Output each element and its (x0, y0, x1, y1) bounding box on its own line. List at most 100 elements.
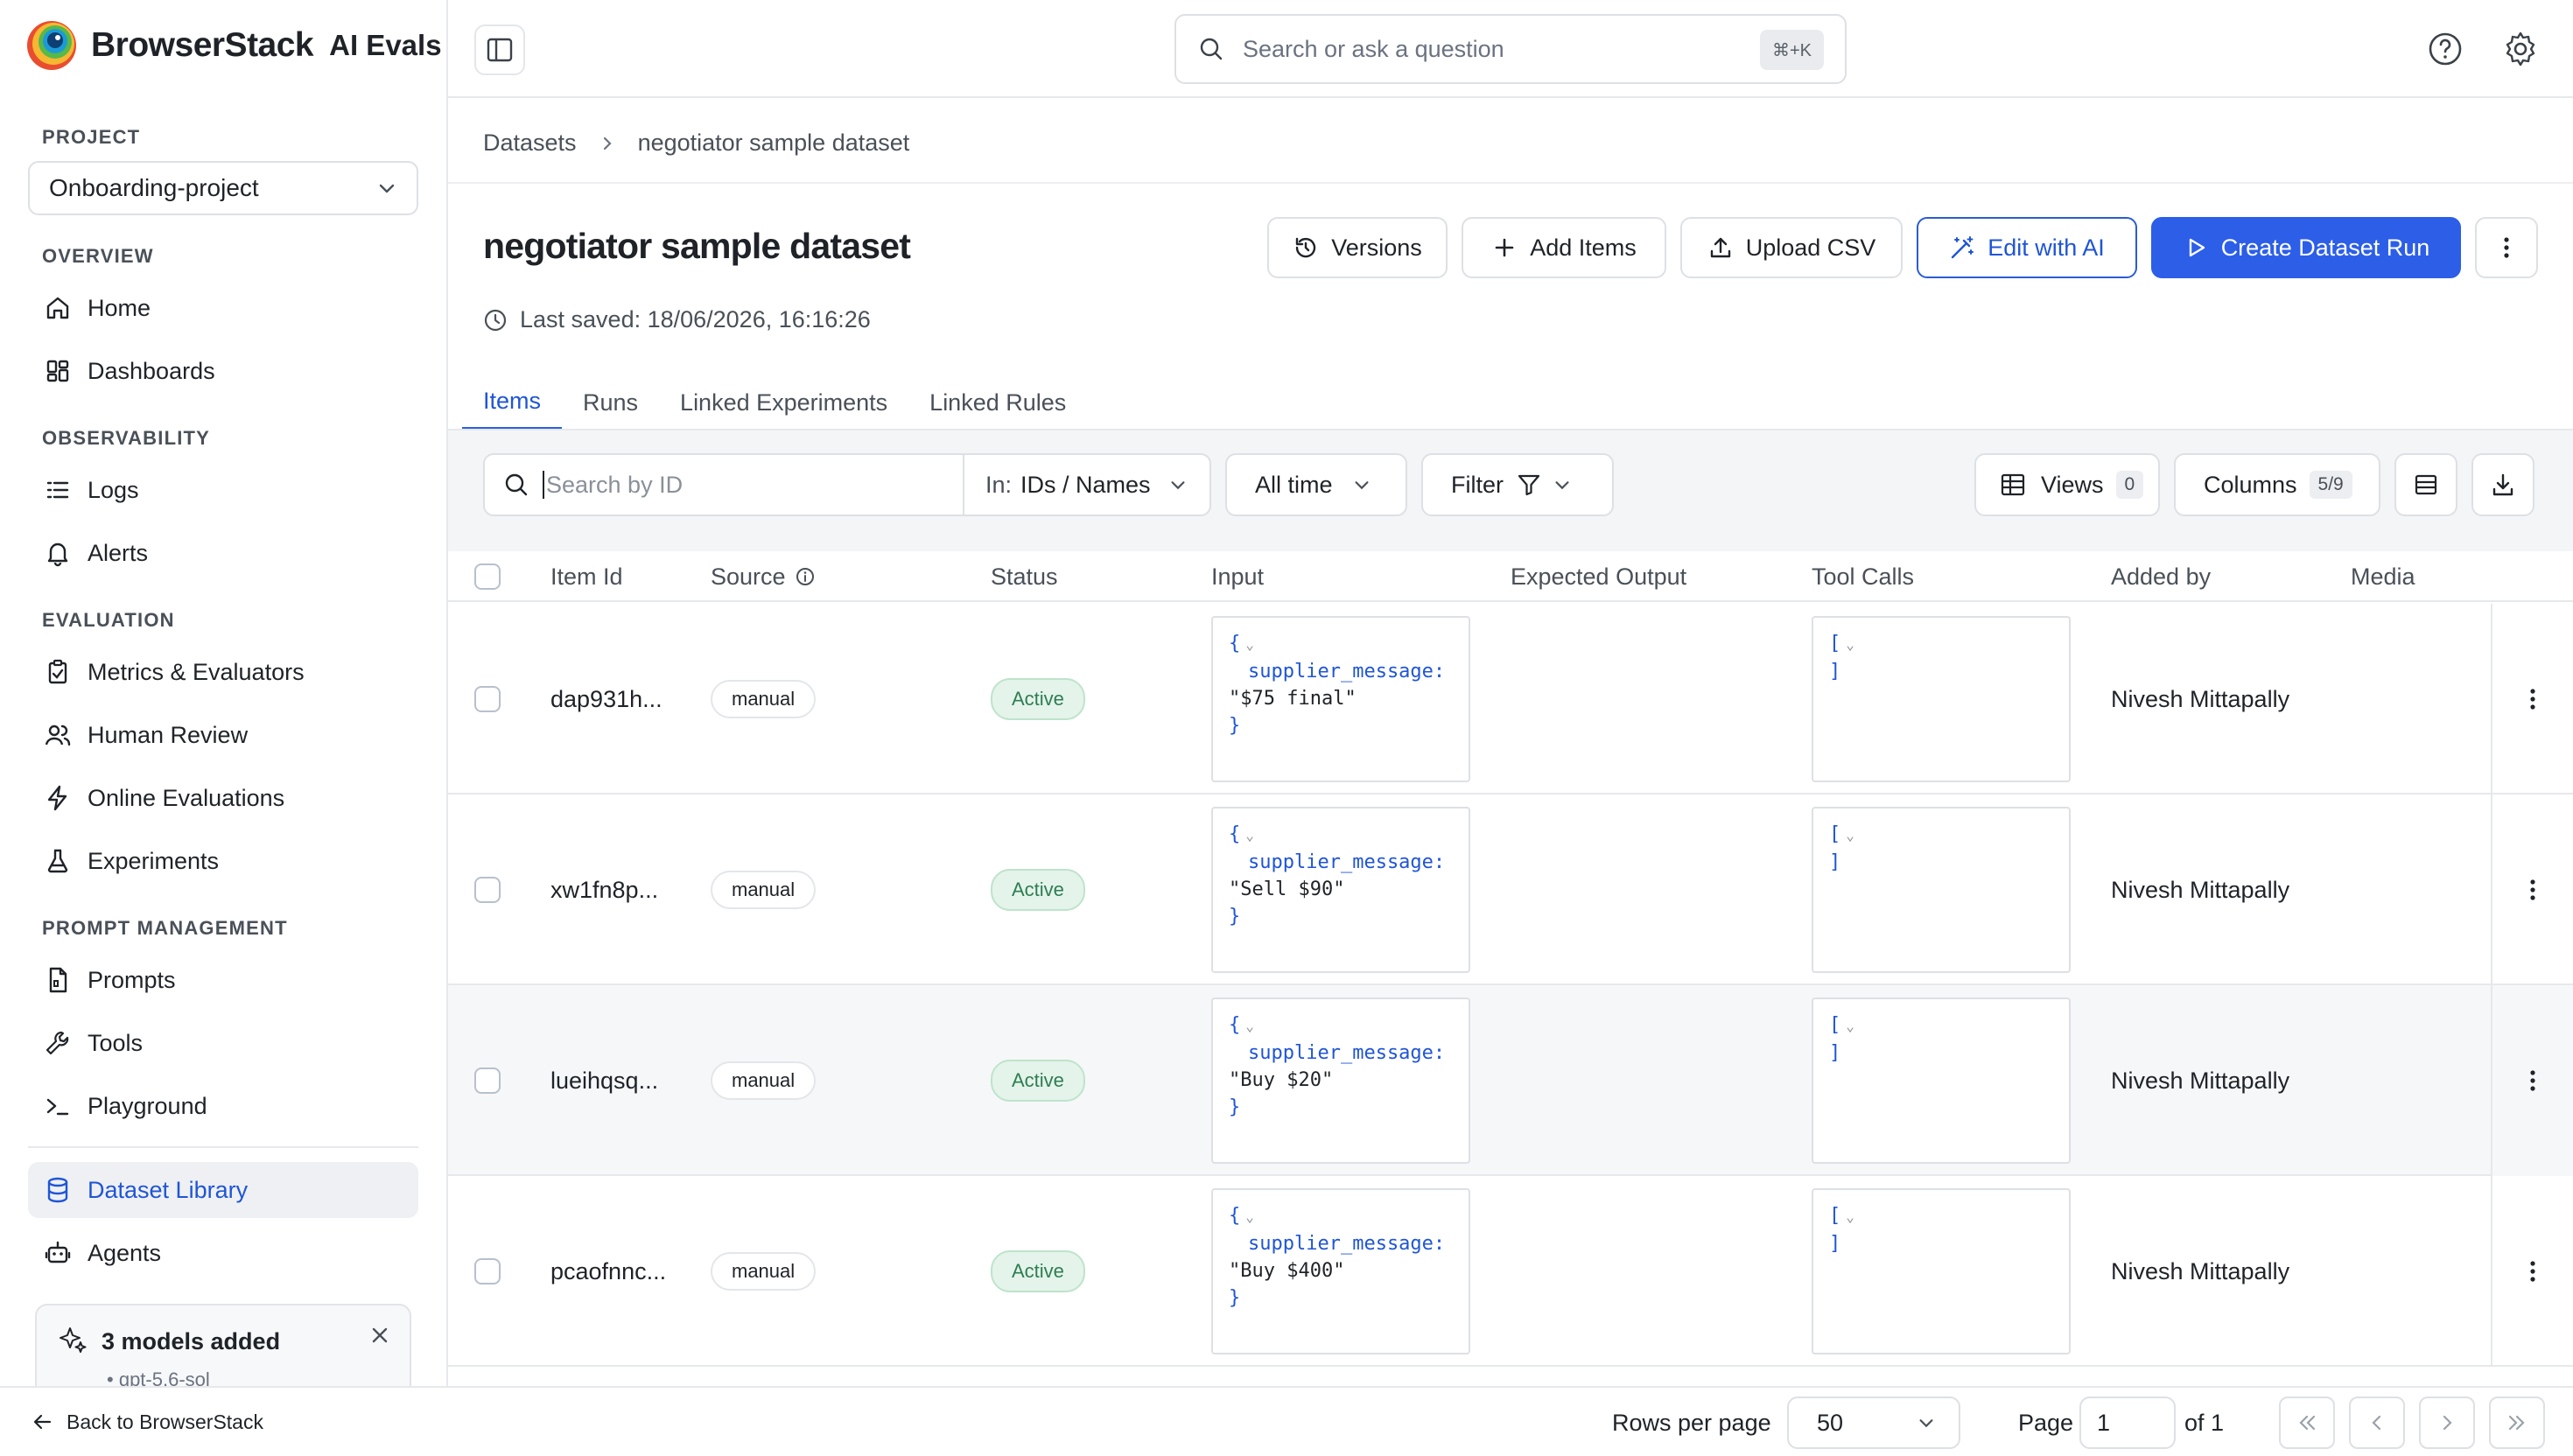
tab-linked-experiments[interactable]: Linked Experiments (659, 374, 908, 430)
sidebar-toggle-button[interactable] (474, 24, 525, 75)
sidebar-item-alerts[interactable]: Alerts (28, 525, 418, 581)
filter-button[interactable]: Filter (1421, 453, 1614, 516)
collapse-caret-icon[interactable]: ⌄ (1245, 636, 1254, 653)
row-actions-button[interactable] (2491, 1176, 2573, 1367)
table-row[interactable]: lueihqsq... manual Active {⌄ supplier_me… (448, 985, 2573, 1176)
collapse-caret-icon[interactable]: ⌄ (1245, 1208, 1254, 1225)
collapse-caret-icon[interactable]: ⌄ (1245, 1018, 1254, 1034)
row-density-button[interactable] (2394, 453, 2457, 516)
sidebar-item-home[interactable]: Home (28, 280, 418, 336)
collapse-caret-icon[interactable]: ⌄ (1846, 1208, 1854, 1225)
tab-items[interactable]: Items (462, 374, 563, 430)
tab-runs[interactable]: Runs (562, 374, 659, 430)
tool-calls-json-viewer[interactable]: [⌄ ] (1812, 998, 2071, 1164)
row-checkbox[interactable] (474, 877, 501, 903)
upload-csv-button[interactable]: Upload CSV (1680, 217, 1903, 278)
sidebar-item-experiments[interactable]: Experiments (28, 833, 418, 889)
sidebar-item-label: Logs (88, 476, 139, 503)
header-item-id[interactable]: Item Id (550, 551, 623, 602)
versions-button[interactable]: Versions (1267, 217, 1448, 278)
back-to-browserstack-link[interactable]: Back to BrowserStack (0, 1386, 448, 1456)
columns-button[interactable]: Columns 5/9 (2174, 453, 2380, 516)
status-badge: Active (991, 1250, 1085, 1292)
header-input[interactable]: Input (1211, 551, 1264, 602)
tool-calls-json-viewer[interactable]: [⌄ ] (1812, 807, 2071, 973)
table-row[interactable]: pcaofnnc... manual Active {⌄ supplier_me… (448, 1176, 2573, 1367)
first-page-button[interactable] (2279, 1396, 2335, 1449)
item-id[interactable]: pcaofnnc... (550, 1176, 666, 1367)
row-actions-button[interactable] (2491, 794, 2573, 985)
time-range-select[interactable]: All time (1225, 453, 1407, 516)
sidebar-item-dashboards[interactable]: Dashboards (28, 343, 418, 399)
last-page-button[interactable] (2489, 1396, 2545, 1449)
sidebar-item-metrics[interactable]: Metrics & Evaluators (28, 644, 418, 700)
tool-calls-json-viewer[interactable]: [⌄ ] (1812, 1188, 2071, 1354)
project-select-value: Onboarding-project (49, 174, 259, 201)
json-close-bracket: ] (1829, 1042, 1841, 1064)
sidebar-item-label: Prompts (88, 966, 176, 993)
collapse-caret-icon[interactable]: ⌄ (1245, 827, 1254, 844)
last-saved-text: Last saved: 18/06/2026, 16:16:26 (520, 306, 871, 332)
input-json-viewer[interactable]: {⌄ supplier_message: "Buy $20" } (1211, 998, 1470, 1164)
global-search-input[interactable]: Search or ask a question ⌘+K (1174, 14, 1847, 84)
sidebar-item-human-review[interactable]: Human Review (28, 707, 418, 763)
project-select[interactable]: Onboarding-project (28, 161, 418, 215)
sidebar-item-online-evaluations[interactable]: Online Evaluations (28, 770, 418, 826)
row-checkbox[interactable] (474, 686, 501, 712)
header-added-by[interactable]: Added by (2111, 551, 2211, 602)
more-actions-button[interactable] (2475, 217, 2538, 278)
edit-with-ai-button[interactable]: Edit with AI (1917, 217, 2137, 278)
row-checkbox[interactable] (474, 1258, 501, 1284)
sidebar-item-dataset-library[interactable]: Dataset Library (28, 1162, 418, 1218)
search-scope-select[interactable]: IDs / Names (1020, 472, 1151, 499)
page-number-input[interactable]: 1 (2079, 1396, 2176, 1449)
table-row[interactable]: dap931h... manual Active {⌄ supplier_mes… (448, 604, 2573, 794)
download-button[interactable] (2471, 453, 2534, 516)
collapse-caret-icon[interactable]: ⌄ (1846, 827, 1854, 844)
sidebar-item-agents[interactable]: Agents (28, 1225, 418, 1281)
page-label: Page (2018, 1409, 2074, 1436)
terminal-icon (46, 1098, 69, 1116)
header-source[interactable]: Source (711, 551, 816, 602)
breadcrumb-datasets-link[interactable]: Datasets (483, 130, 577, 157)
table-row[interactable]: xw1fn8p... manual Active {⌄ supplier_mes… (448, 794, 2573, 985)
collapse-caret-icon[interactable]: ⌄ (1846, 636, 1854, 653)
brand[interactable]: BrowserStack AI Evals (26, 19, 442, 72)
select-all-checkbox[interactable] (474, 564, 501, 590)
previous-page-button[interactable] (2349, 1396, 2405, 1449)
json-value: "$75 final" (1229, 688, 1357, 710)
header-expected-output[interactable]: Expected Output (1511, 551, 1686, 602)
row-actions-button[interactable] (2491, 604, 2573, 794)
input-json-viewer[interactable]: {⌄ supplier_message: "$75 final" } (1211, 616, 1470, 782)
header-status[interactable]: Status (991, 551, 1058, 602)
item-id[interactable]: lueihqsq... (550, 985, 658, 1176)
next-page-button[interactable] (2419, 1396, 2475, 1449)
item-id[interactable]: dap931h... (550, 604, 663, 794)
row-actions-button[interactable] (2491, 985, 2573, 1176)
source-badge: manual (711, 1061, 817, 1100)
sidebar-item-tools[interactable]: Tools (28, 1015, 418, 1071)
header-tool-calls[interactable]: Tool Calls (1812, 551, 1914, 602)
help-icon[interactable] (2426, 30, 2464, 68)
gear-icon[interactable] (2501, 30, 2540, 68)
sidebar-item-prompts[interactable]: Prompts (28, 952, 418, 1008)
added-by: Nivesh Mittapally (2111, 1257, 2290, 1284)
collapse-caret-icon[interactable]: ⌄ (1846, 1018, 1854, 1034)
tab-linked-rules[interactable]: Linked Rules (908, 374, 1087, 430)
close-icon[interactable] (368, 1323, 392, 1348)
add-items-button[interactable]: Add Items (1462, 217, 1666, 278)
item-search-input[interactable]: Search by ID (546, 472, 963, 499)
tool-calls-json-viewer[interactable]: [⌄ ] (1812, 616, 2071, 782)
item-id[interactable]: xw1fn8p... (550, 794, 658, 985)
rows-per-page-select[interactable]: 50 (1787, 1396, 1960, 1449)
rows-icon (2415, 474, 2437, 495)
views-button[interactable]: Views 0 (1974, 453, 2160, 516)
header-media[interactable]: Media (2351, 551, 2415, 602)
sidebar-item-logs[interactable]: Logs (28, 462, 418, 518)
input-json-viewer[interactable]: {⌄ supplier_message: "Buy $400" } (1211, 1188, 1470, 1354)
input-json-viewer[interactable]: {⌄ supplier_message: "Sell $90" } (1211, 807, 1470, 973)
row-checkbox[interactable] (474, 1068, 501, 1094)
document-icon (49, 967, 67, 993)
sidebar-item-playground[interactable]: Playground (28, 1078, 418, 1134)
create-dataset-run-button[interactable]: Create Dataset Run (2151, 217, 2461, 278)
